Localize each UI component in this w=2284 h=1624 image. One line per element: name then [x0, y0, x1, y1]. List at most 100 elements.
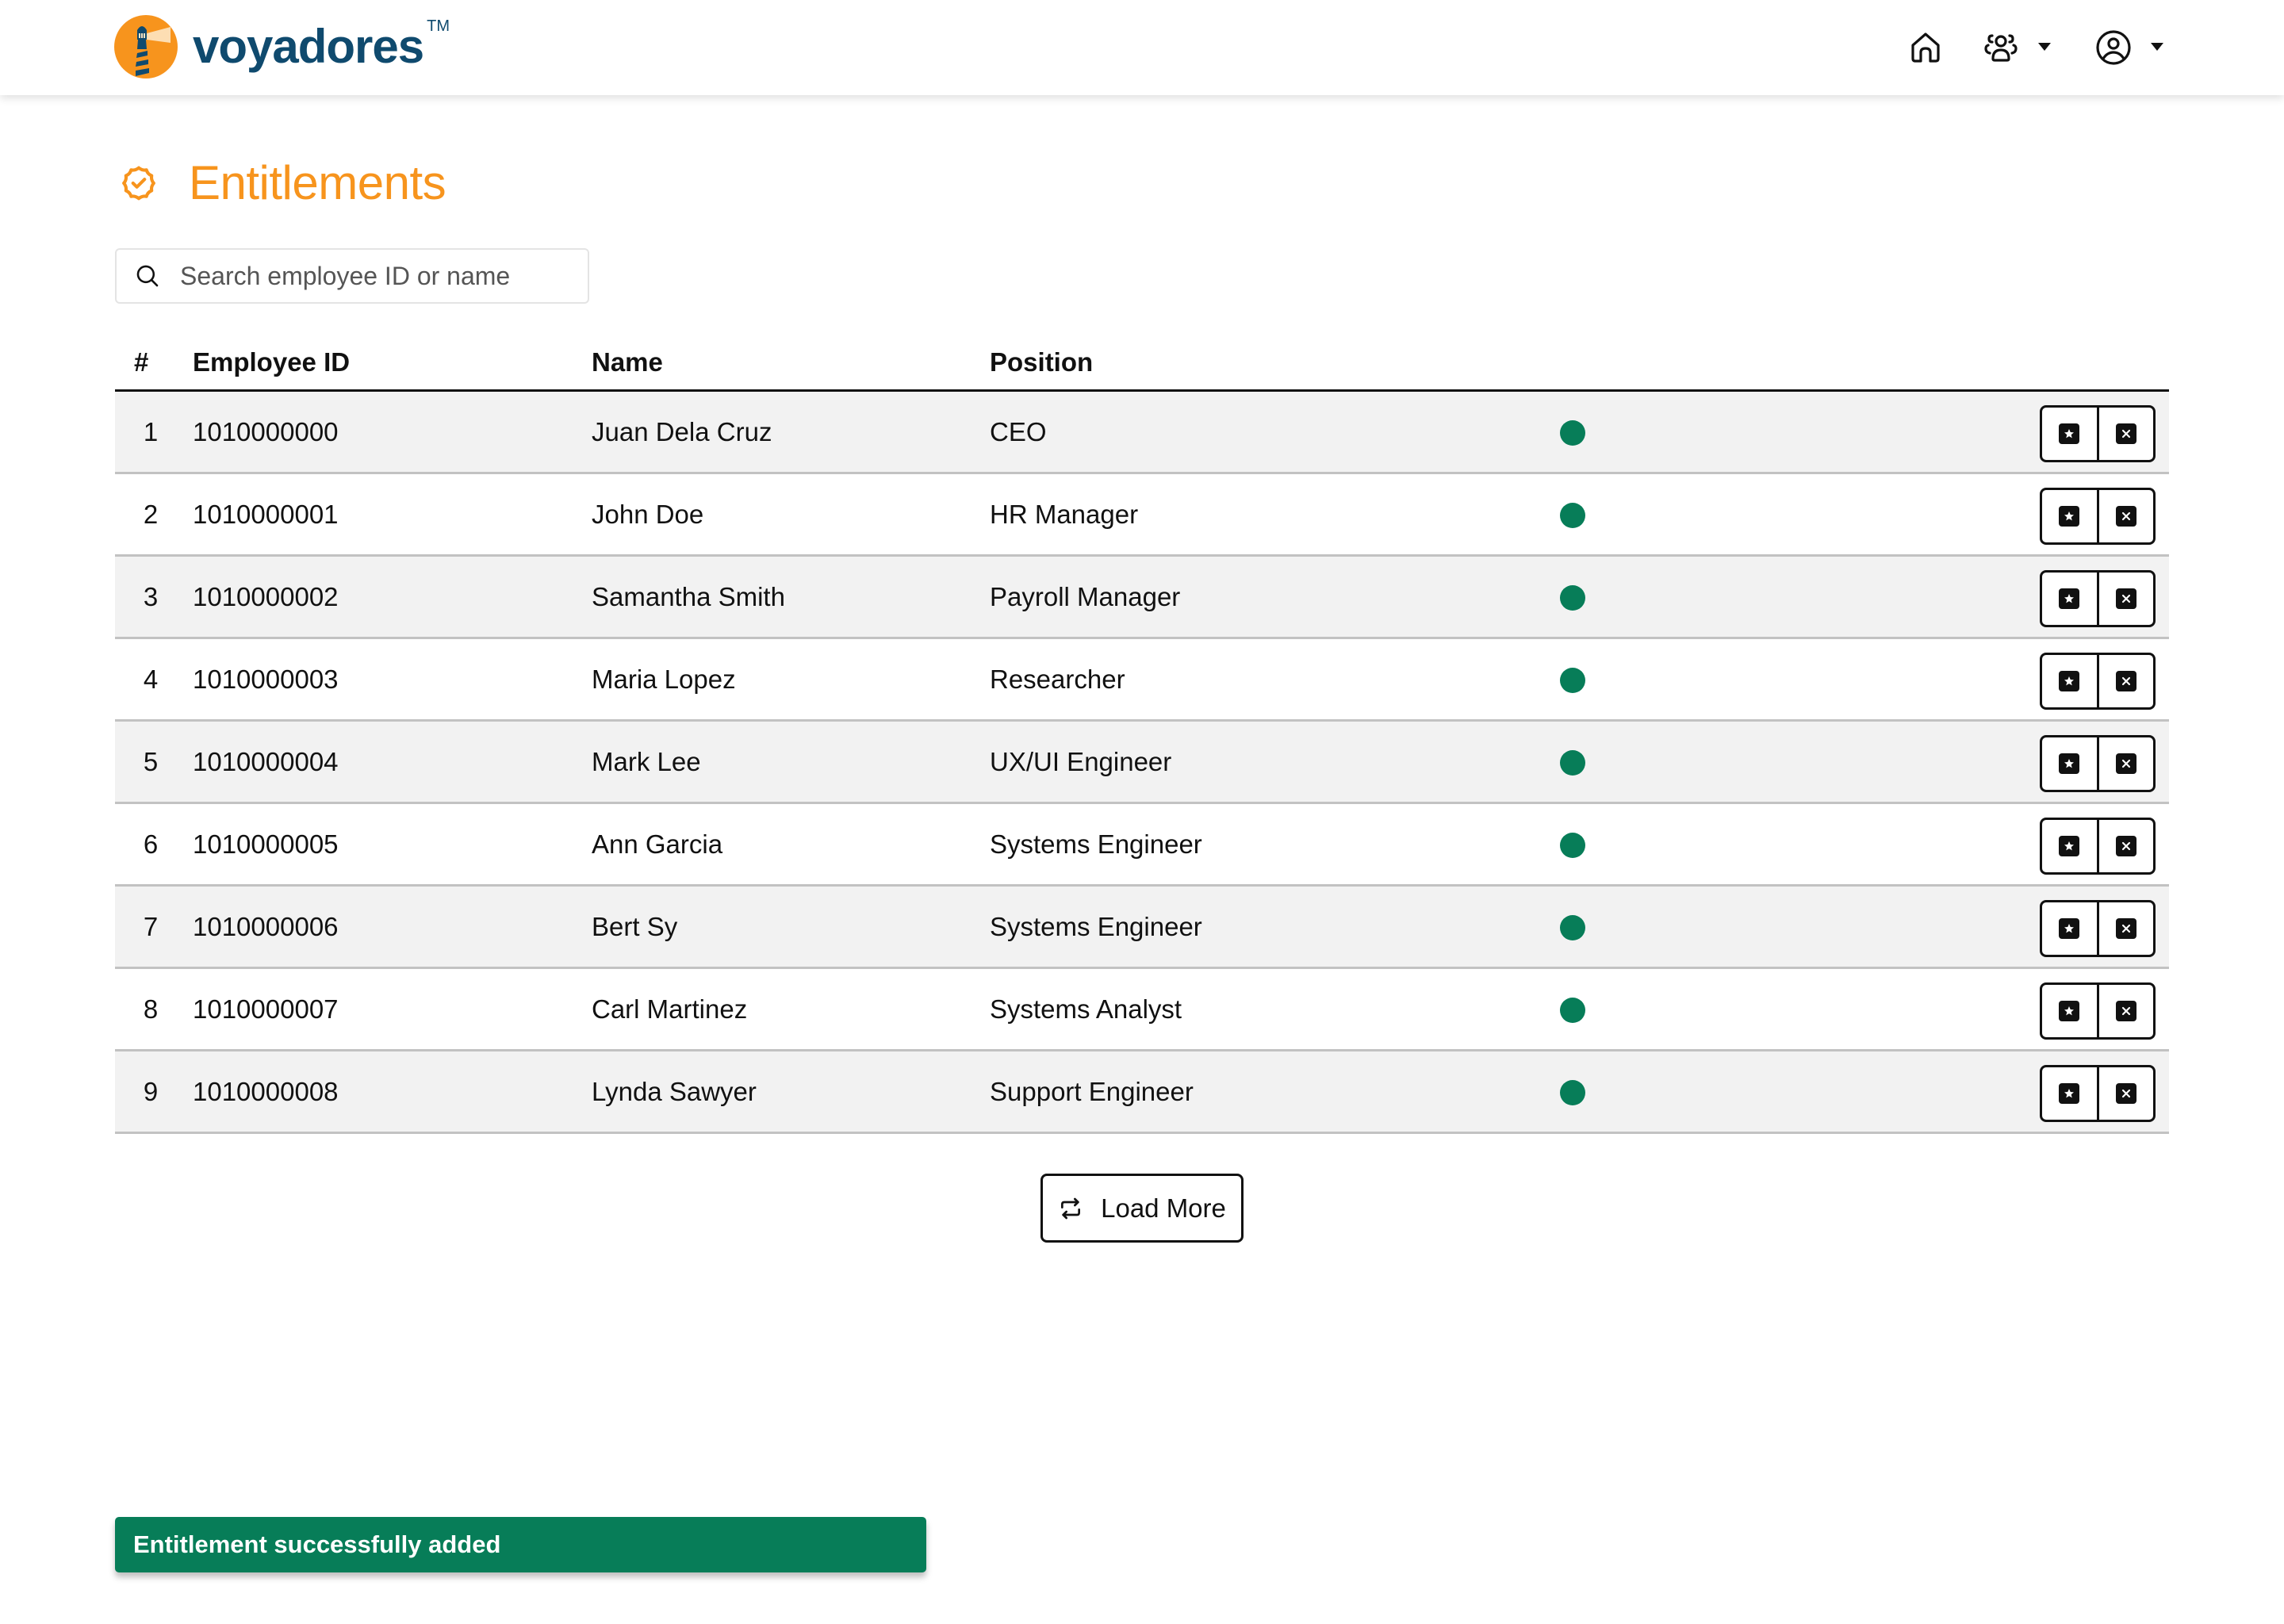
remove-button[interactable] — [2096, 902, 2154, 955]
remove-button[interactable] — [2096, 985, 2154, 1037]
team-menu-caret-icon[interactable] — [2038, 43, 2051, 51]
load-more-button[interactable]: Load More — [1040, 1174, 1244, 1243]
employee-id: 1010000000 — [193, 417, 339, 446]
row-actions — [2040, 900, 2156, 957]
star-icon — [2059, 753, 2080, 774]
close-icon — [2115, 918, 2136, 939]
favorite-button[interactable] — [2042, 1067, 2097, 1120]
search-input[interactable] — [180, 261, 577, 291]
column-header-employee-id[interactable]: Employee ID — [193, 347, 350, 377]
column-header-name[interactable]: Name — [592, 347, 663, 377]
user-circle-icon[interactable] — [2094, 29, 2133, 67]
star-icon — [2059, 918, 2080, 939]
row-actions — [2040, 982, 2156, 1040]
employee-search — [115, 248, 589, 304]
row-number: 5 — [143, 747, 159, 776]
favorite-button[interactable] — [2042, 655, 2097, 707]
row-number: 6 — [143, 829, 159, 859]
employee-name: Juan Dela Cruz — [592, 417, 772, 446]
close-icon — [2115, 588, 2136, 609]
status-indicator — [1560, 585, 1585, 611]
close-icon — [2115, 1083, 2136, 1104]
table-header: # Employee ID Name Position — [115, 333, 2169, 392]
table-row: 2 1010000001 John Doe HR Manager — [115, 474, 2169, 557]
employee-id: 1010000008 — [193, 1077, 339, 1106]
row-actions — [2040, 405, 2156, 462]
toast-message: Entitlement successfully added — [133, 1530, 501, 1558]
remove-button[interactable] — [2096, 655, 2154, 707]
repeat-icon — [1061, 1197, 1081, 1219]
remove-button[interactable] — [2096, 490, 2154, 542]
table-row: 4 1010000003 Maria Lopez Researcher — [115, 639, 2169, 722]
employee-position: Systems Engineer — [990, 829, 1202, 859]
employee-position: Systems Analyst — [990, 994, 1182, 1024]
close-icon — [2115, 1001, 2136, 1021]
status-indicator — [1560, 915, 1585, 940]
row-number: 4 — [143, 665, 159, 694]
status-indicator — [1560, 420, 1585, 446]
table-row: 8 1010000007 Carl Martinez Systems Analy… — [115, 969, 2169, 1051]
employee-name: Ann Garcia — [592, 829, 723, 859]
table-body: 1 1010000000 Juan Dela Cruz CEO 2 101000… — [115, 392, 2169, 1134]
remove-button[interactable] — [2096, 408, 2154, 460]
top-navbar: voyadores TM — [0, 0, 2284, 95]
employee-name: John Doe — [592, 500, 704, 529]
status-indicator — [1560, 833, 1585, 858]
employee-id: 1010000006 — [193, 912, 339, 941]
employee-name: Carl Martinez — [592, 994, 748, 1024]
status-indicator — [1560, 750, 1585, 776]
employee-name: Bert Sy — [592, 912, 678, 941]
remove-button[interactable] — [2096, 820, 2154, 872]
row-actions — [2040, 488, 2156, 545]
favorite-button[interactable] — [2042, 408, 2097, 460]
table-row: 3 1010000002 Samantha Smith Payroll Mana… — [115, 557, 2169, 639]
employee-name: Mark Lee — [592, 747, 701, 776]
favorite-button[interactable] — [2042, 490, 2097, 542]
row-number: 8 — [143, 994, 159, 1024]
users-icon[interactable] — [1982, 29, 2020, 67]
favorite-button[interactable] — [2042, 737, 2097, 790]
table-row: 6 1010000005 Ann Garcia Systems Engineer — [115, 804, 2169, 887]
page-title: Entitlements — [189, 156, 446, 209]
favorite-button[interactable] — [2042, 902, 2097, 955]
row-number: 3 — [143, 582, 159, 611]
remove-button[interactable] — [2096, 573, 2154, 625]
star-icon — [2059, 1001, 2080, 1021]
employee-id: 1010000001 — [193, 500, 339, 529]
remove-button[interactable] — [2096, 737, 2154, 790]
remove-button[interactable] — [2096, 1067, 2154, 1120]
column-header-position[interactable]: Position — [990, 347, 1093, 377]
status-indicator — [1560, 998, 1585, 1023]
column-header-number: # — [134, 347, 149, 377]
employee-name: Samantha Smith — [592, 582, 785, 611]
employee-position: Systems Engineer — [990, 912, 1202, 941]
star-icon — [2059, 588, 2080, 609]
employee-id: 1010000002 — [193, 582, 339, 611]
row-actions — [2040, 735, 2156, 792]
row-number: 2 — [143, 500, 159, 529]
employee-position: UX/UI Engineer — [990, 747, 1172, 776]
employee-id: 1010000005 — [193, 829, 339, 859]
employee-name: Lynda Sawyer — [592, 1077, 757, 1106]
close-icon — [2115, 671, 2136, 691]
status-indicator — [1560, 503, 1585, 528]
employee-name: Maria Lopez — [592, 665, 736, 694]
favorite-button[interactable] — [2042, 820, 2097, 872]
favorite-button[interactable] — [2042, 985, 2097, 1037]
home-icon[interactable] — [1907, 29, 1945, 67]
page-header: Entitlements — [116, 155, 446, 210]
employee-position: HR Manager — [990, 500, 1139, 529]
table-row: 7 1010000006 Bert Sy Systems Engineer — [115, 887, 2169, 969]
star-icon — [2059, 671, 2080, 691]
close-icon — [2115, 423, 2136, 444]
account-menu-caret-icon[interactable] — [2151, 43, 2163, 51]
row-number: 9 — [143, 1077, 159, 1106]
close-icon — [2115, 836, 2136, 856]
brand-logo[interactable]: voyadores TM — [113, 14, 450, 79]
employee-position: Payroll Manager — [990, 582, 1181, 611]
close-icon — [2115, 506, 2136, 527]
favorite-button[interactable] — [2042, 573, 2097, 625]
star-icon — [2059, 423, 2080, 444]
star-icon — [2059, 506, 2080, 527]
row-actions — [2040, 1065, 2156, 1122]
